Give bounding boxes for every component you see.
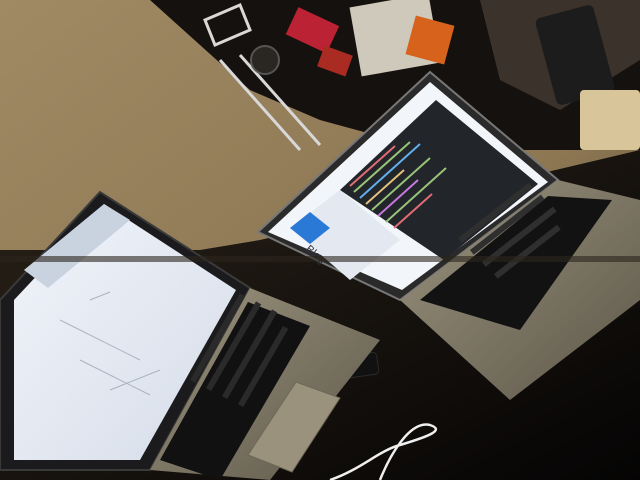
photo-canvas: Blog xyxy=(0,0,640,480)
image-seam xyxy=(0,256,640,262)
photo-scene: Blog xyxy=(0,0,640,480)
